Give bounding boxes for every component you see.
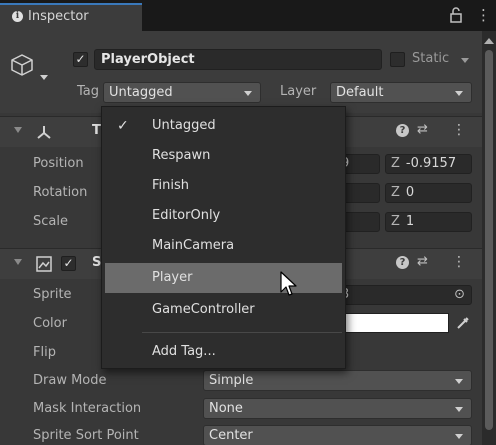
- menu-separator: [142, 332, 342, 333]
- chevron-down-icon: [455, 407, 463, 412]
- position-z-value: -0.9157: [405, 156, 457, 171]
- transform-axes-icon: [37, 126, 51, 139]
- position-label[interactable]: Position: [33, 156, 84, 171]
- menu-item-finish[interactable]: Finish: [105, 171, 342, 201]
- help-icon[interactable]: ?: [396, 256, 409, 269]
- tag-label: Tag: [77, 84, 100, 99]
- foldout-arrow-icon[interactable]: [14, 259, 22, 265]
- tag-dropdown[interactable]: Untagged: [103, 82, 261, 103]
- z-axis-label: Z: [391, 185, 400, 200]
- menu-item-label: GameController: [152, 302, 255, 317]
- scroll-up-arrow-icon[interactable]: [484, 38, 494, 44]
- layer-dropdown-value: Default: [336, 85, 384, 100]
- sprite-renderer-title: S: [92, 255, 102, 270]
- sprite-label: Sprite: [33, 287, 72, 302]
- preset-icon[interactable]: ⇄: [417, 122, 428, 137]
- sprite-renderer-icon: [36, 256, 52, 272]
- chevron-down-icon: [455, 379, 463, 384]
- layer-dropdown[interactable]: Default: [330, 82, 472, 103]
- draw-mode-label: Draw Mode: [33, 373, 107, 388]
- chevron-down-icon: [244, 91, 252, 96]
- inspector-tab[interactable]: i Inspector: [0, 3, 142, 31]
- checkmark-icon: ✓: [117, 118, 129, 134]
- sprite-field[interactable]: 3 ⊙: [335, 285, 472, 305]
- menu-item-maincamera[interactable]: MainCamera: [105, 231, 342, 261]
- rotation-z-field[interactable]: Z0: [385, 183, 472, 203]
- flip-label: Flip: [33, 345, 56, 360]
- menu-item-label: MainCamera: [152, 238, 235, 253]
- menu-item-label: EditorOnly: [152, 208, 221, 223]
- color-swatch[interactable]: [335, 313, 449, 333]
- draw-mode-value: Simple: [209, 373, 254, 388]
- mouse-cursor-icon: [280, 271, 297, 296]
- mask-interaction-dropdown[interactable]: None: [203, 398, 472, 419]
- menu-item-respawn[interactable]: Respawn: [105, 141, 342, 171]
- transform-title: T: [92, 123, 101, 138]
- chevron-down-icon: [455, 434, 463, 439]
- inspector-tab-bar: i Inspector ⋮: [0, 0, 496, 31]
- cube-icon[interactable]: [10, 53, 34, 77]
- menu-item-label: Player: [152, 270, 193, 285]
- layer-label: Layer: [280, 84, 317, 99]
- tag-dropdown-value: Untagged: [109, 85, 173, 100]
- position-z-field[interactable]: Z -0.9157: [385, 154, 472, 174]
- foldout-arrow-icon[interactable]: [14, 127, 22, 133]
- active-checkbox[interactable]: ✓: [73, 52, 88, 67]
- color-label: Color: [33, 316, 67, 331]
- icon-dropdown-arrow-icon[interactable]: [40, 75, 48, 80]
- static-label[interactable]: Static: [412, 51, 449, 66]
- eyedropper-icon[interactable]: [455, 315, 471, 331]
- component-menu-icon[interactable]: ⋮: [452, 122, 466, 138]
- menu-item-editoronly[interactable]: EditorOnly: [105, 201, 342, 231]
- rotation-label[interactable]: Rotation: [33, 185, 87, 200]
- menu-item-label: Respawn: [152, 148, 211, 163]
- menu-item-label: Untagged: [152, 118, 216, 133]
- tag-dropdown-menu: ✓ Untagged Respawn Finish EditorOnly Mai…: [101, 106, 346, 369]
- lock-icon[interactable]: [450, 7, 462, 23]
- sprite-sort-point-dropdown[interactable]: Center: [203, 425, 472, 445]
- menu-item-gamecontroller[interactable]: GameController: [105, 295, 342, 325]
- scale-z-field[interactable]: Z1: [385, 212, 472, 232]
- kebab-menu-icon[interactable]: ⋮: [476, 6, 491, 24]
- static-checkbox[interactable]: [390, 52, 405, 67]
- menu-item-add-tag[interactable]: Add Tag...: [105, 337, 342, 367]
- component-menu-icon[interactable]: ⋮: [452, 254, 466, 270]
- sprite-sort-point-value: Center: [209, 428, 253, 443]
- rotation-z-value: 0: [405, 185, 415, 200]
- static-dropdown-arrow-icon[interactable]: [461, 58, 469, 63]
- sprite-sort-point-label: Sprite Sort Point: [33, 428, 139, 443]
- draw-mode-dropdown[interactable]: Simple: [203, 370, 472, 391]
- preset-icon[interactable]: ⇄: [417, 254, 428, 269]
- chevron-down-icon: [455, 91, 463, 96]
- z-axis-label: Z: [391, 214, 400, 229]
- menu-item-label: Finish: [152, 178, 190, 193]
- help-icon[interactable]: ?: [396, 124, 409, 137]
- z-axis-label: Z: [391, 156, 400, 171]
- menu-item-untagged[interactable]: ✓ Untagged: [105, 111, 342, 141]
- info-icon: i: [12, 11, 23, 22]
- menu-item-label: Add Tag...: [152, 344, 216, 359]
- object-name-field[interactable]: PlayerObject: [94, 49, 382, 70]
- menu-item-player[interactable]: Player: [105, 263, 342, 293]
- mask-interaction-value: None: [209, 401, 243, 416]
- mask-interaction-label: Mask Interaction: [33, 401, 142, 416]
- scale-label[interactable]: Scale: [33, 214, 68, 229]
- scrollbar-thumb[interactable]: [485, 50, 493, 430]
- inspector-tab-label: Inspector: [28, 9, 89, 24]
- scale-z-value: 1: [405, 214, 415, 229]
- sprite-renderer-enabled-checkbox[interactable]: ✓: [61, 256, 76, 271]
- object-picker-icon[interactable]: ⊙: [454, 286, 465, 304]
